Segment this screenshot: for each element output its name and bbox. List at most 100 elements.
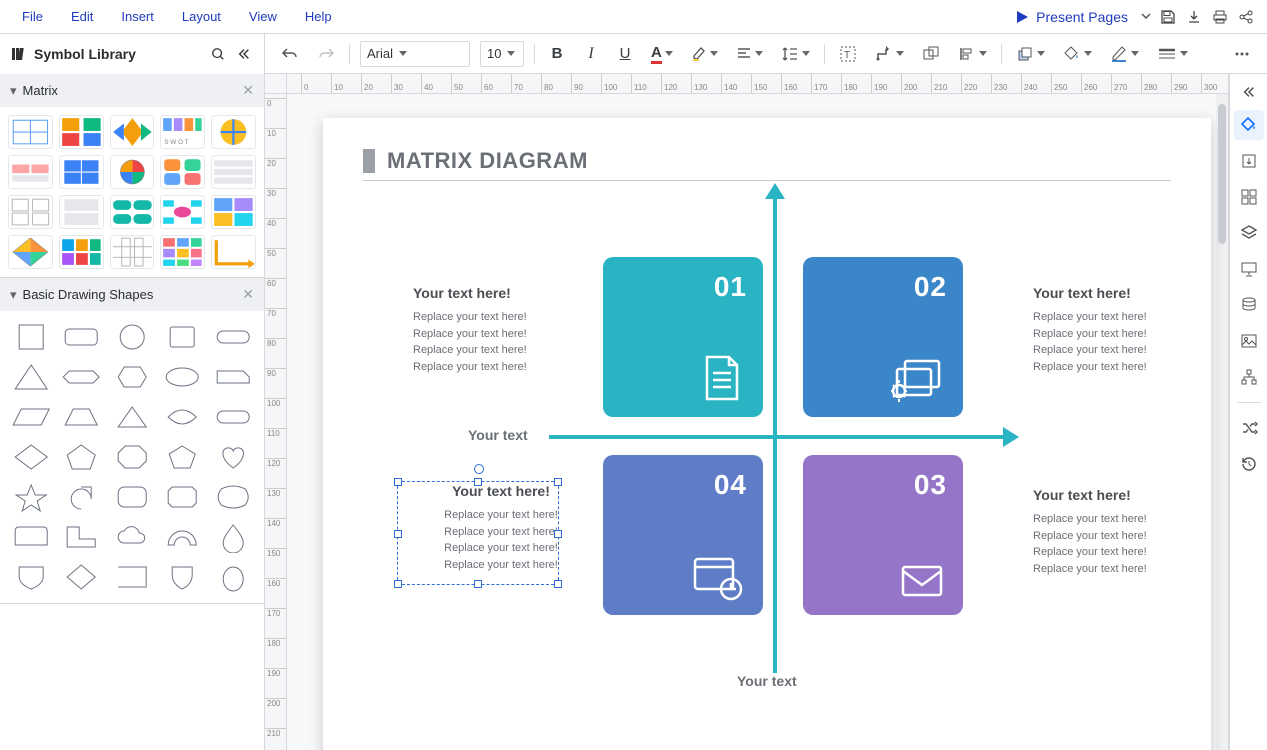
shape-triangle[interactable]	[10, 361, 52, 393]
order-button[interactable]	[1012, 40, 1049, 68]
present-pages-dropdown[interactable]	[1137, 6, 1155, 28]
page[interactable]: MATRIX DIAGRAM Your text Your text	[323, 118, 1211, 750]
shape-egg[interactable]	[212, 561, 254, 593]
selection-outline[interactable]	[397, 481, 559, 585]
rail-history-button[interactable]	[1234, 449, 1264, 479]
resize-handle-n[interactable]	[474, 478, 482, 486]
shape-ellipse[interactable]	[161, 361, 203, 393]
shape-l[interactable]	[60, 521, 102, 553]
connector-button[interactable]	[871, 40, 908, 68]
rotate-handle[interactable]	[474, 464, 484, 474]
rail-grid-button[interactable]	[1234, 182, 1264, 212]
rail-image-button[interactable]	[1234, 326, 1264, 356]
matrix-template[interactable]	[59, 235, 104, 269]
shape-bevel[interactable]	[161, 481, 203, 513]
shape-rounded-square[interactable]	[111, 481, 153, 513]
resize-handle-ne[interactable]	[554, 478, 562, 486]
resize-handle-nw[interactable]	[394, 478, 402, 486]
menu-file[interactable]: File	[8, 3, 57, 30]
shape-shield2[interactable]	[161, 561, 203, 593]
matrix-template[interactable]	[8, 115, 53, 149]
matrix-template[interactable]	[211, 195, 256, 229]
textbox-1[interactable]: Your text here! Replace your text here! …	[413, 285, 593, 375]
matrix-template[interactable]	[211, 155, 256, 189]
rail-shuffle-button[interactable]	[1234, 413, 1264, 443]
shape-diamond2[interactable]	[60, 561, 102, 593]
font-size-select[interactable]: 10	[480, 41, 524, 67]
shape-arc[interactable]	[161, 521, 203, 553]
shape-cushion[interactable]	[212, 481, 254, 513]
resize-handle-sw[interactable]	[394, 580, 402, 588]
shape-lens[interactable]	[161, 401, 203, 433]
matrix-template[interactable]	[110, 115, 155, 149]
shape-pill[interactable]	[212, 401, 254, 433]
matrix-template[interactable]	[59, 195, 104, 229]
matrix-template[interactable]	[160, 235, 205, 269]
axis-x-label[interactable]: Your text	[468, 427, 528, 443]
line-style-button[interactable]	[1153, 40, 1192, 68]
shape-star[interactable]	[10, 481, 52, 513]
menu-insert[interactable]: Insert	[107, 3, 168, 30]
shape-rounded-rect[interactable]	[60, 321, 102, 353]
resize-handle-w[interactable]	[394, 530, 402, 538]
shape-cut-rect[interactable]	[212, 361, 254, 393]
matrix-template[interactable]	[110, 195, 155, 229]
rail-fill-button[interactable]	[1234, 110, 1264, 140]
shape-teardrop[interactable]	[60, 481, 102, 513]
textbox-3[interactable]: Your text here! Replace your text here! …	[1033, 487, 1213, 577]
matrix-template[interactable]	[211, 115, 256, 149]
shape-trapezoid[interactable]	[60, 401, 102, 433]
shape-square[interactable]	[10, 321, 52, 353]
matrix-template[interactable]	[211, 235, 256, 269]
more-toolbar-button[interactable]	[1229, 40, 1255, 68]
shape-hexagon-wide[interactable]	[60, 361, 102, 393]
undo-button[interactable]	[277, 40, 303, 68]
matrix-template[interactable]	[59, 115, 104, 149]
matrix-template[interactable]	[160, 155, 205, 189]
fill-button[interactable]	[1059, 40, 1096, 68]
shape-pentagon2[interactable]	[161, 441, 203, 473]
matrix-template[interactable]: S W O T	[160, 115, 205, 149]
axis-horizontal[interactable]	[549, 435, 1009, 439]
highlight-button[interactable]	[687, 40, 722, 68]
font-color-button[interactable]: A	[647, 40, 677, 68]
matrix-template[interactable]	[110, 155, 155, 189]
matrix-template[interactable]	[59, 155, 104, 189]
vertical-ruler[interactable]: 0102030405060708090100110120130140150160…	[265, 94, 287, 750]
resize-handle-e[interactable]	[554, 530, 562, 538]
line-spacing-button[interactable]	[777, 40, 814, 68]
pane-basic-close[interactable]: ✕	[242, 286, 254, 303]
present-pages-button[interactable]: Present Pages	[1005, 4, 1137, 30]
shape-octagon[interactable]	[111, 441, 153, 473]
quadrant-2[interactable]: 02	[803, 257, 963, 417]
line-color-button[interactable]	[1106, 40, 1143, 68]
shape-tab[interactable]	[10, 521, 52, 553]
save-button[interactable]	[1155, 4, 1181, 30]
pane-basic-header[interactable]: ▾ Basic Drawing Shapes ✕	[0, 278, 264, 311]
shape-circle[interactable]	[111, 321, 153, 353]
resize-handle-se[interactable]	[554, 580, 562, 588]
align-button[interactable]	[732, 40, 767, 68]
shape-heart[interactable]	[212, 441, 254, 473]
italic-button[interactable]: I	[579, 40, 603, 68]
quadrant-4[interactable]: 04	[603, 455, 763, 615]
library-collapse-button[interactable]	[234, 44, 254, 64]
quadrant-1[interactable]: 01	[603, 257, 763, 417]
print-button[interactable]	[1207, 4, 1233, 30]
shape-stadium[interactable]	[212, 321, 254, 353]
menu-view[interactable]: View	[235, 3, 291, 30]
canvas-viewport[interactable]: MATRIX DIAGRAM Your text Your text	[287, 94, 1228, 750]
shape-shield[interactable]	[10, 561, 52, 593]
underline-button[interactable]: U	[613, 40, 637, 68]
group-button[interactable]	[918, 40, 944, 68]
text-frame-button[interactable]: T	[835, 40, 861, 68]
shape-half-rect[interactable]	[111, 561, 153, 593]
matrix-template[interactable]	[8, 235, 53, 269]
shape-parallelogram[interactable]	[10, 401, 52, 433]
download-button[interactable]	[1181, 4, 1207, 30]
horizontal-ruler[interactable]: 0102030405060708090100110120130140150160…	[287, 74, 1228, 94]
library-search-button[interactable]	[208, 44, 228, 64]
redo-button[interactable]	[313, 40, 339, 68]
rail-sitemap-button[interactable]	[1234, 362, 1264, 392]
menu-edit[interactable]: Edit	[57, 3, 107, 30]
